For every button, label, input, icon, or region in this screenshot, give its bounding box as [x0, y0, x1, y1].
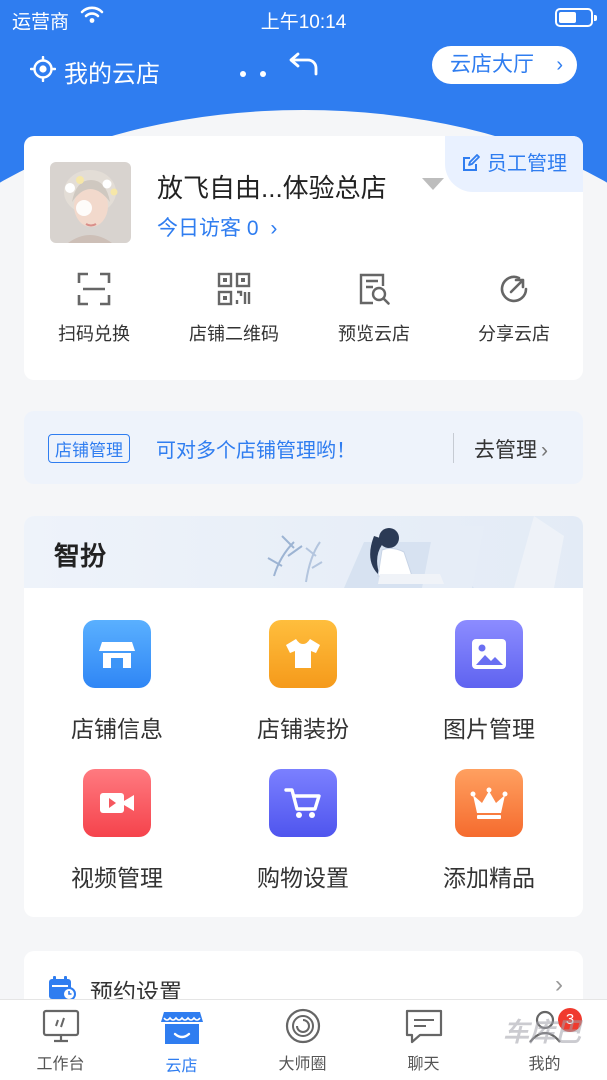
- tile-label: 视频管理: [71, 865, 163, 891]
- tab-chat[interactable]: 聊天: [363, 1008, 484, 1074]
- tile-image-management[interactable]: 图片管理: [396, 620, 582, 744]
- quick-action-label: 分享云店: [478, 324, 550, 344]
- tab-label: 我的: [528, 1056, 561, 1073]
- more-dots-icon[interactable]: [240, 64, 280, 82]
- scan-icon: [77, 272, 111, 306]
- smart-dress-card: 智扮 店铺信息 店铺装扮 图片管理 视频管理 购物设置 添加精品: [24, 516, 583, 917]
- staff-management-button[interactable]: 员工管理: [445, 136, 583, 192]
- go-manage-label: 去管理: [474, 439, 537, 462]
- quick-action-label: 店铺二维码: [189, 324, 279, 344]
- tile-video-management[interactable]: 视频管理: [24, 769, 210, 893]
- watermark: 车库巴: [502, 1017, 581, 1047]
- chat-icon: [405, 1009, 442, 1044]
- tile-label: 添加精品: [443, 865, 535, 891]
- tab-label: 聊天: [407, 1056, 440, 1073]
- image-icon: [455, 620, 523, 688]
- tile-store-decoration[interactable]: 店铺装扮: [210, 620, 396, 744]
- battery-icon: [555, 8, 597, 27]
- master-circle-icon: [285, 1008, 320, 1044]
- tile-label: 店铺装扮: [257, 716, 349, 742]
- tile-add-featured[interactable]: 添加精品: [396, 769, 582, 893]
- shirt-icon: [269, 620, 337, 688]
- location-icon[interactable]: [30, 56, 56, 82]
- smart-dress-title: 智扮: [54, 541, 107, 571]
- cloud-store-hall-button[interactable]: 云店大厅 ›: [432, 46, 577, 84]
- tab-label: 大师圈: [278, 1056, 327, 1073]
- preview-icon: [359, 273, 390, 305]
- chevron-right-icon: ›: [541, 439, 548, 462]
- tile-store-info[interactable]: 店铺信息: [24, 620, 210, 744]
- banner-illustration: [267, 516, 564, 588]
- quick-action-label: 预览云店: [338, 324, 410, 344]
- quick-action-qrcode[interactable]: 店铺二维码: [164, 272, 304, 346]
- chevron-right-icon: ›: [555, 971, 563, 998]
- quick-action-share[interactable]: 分享云店: [444, 272, 584, 346]
- tab-master-circle[interactable]: 大师圈: [242, 1008, 363, 1074]
- calendar-icon: [49, 976, 76, 1001]
- go-manage-button[interactable]: 去管理 ›: [474, 434, 548, 464]
- store-card: 放飞自由...体验总店 今日访客 0 › 员工管理 扫码兑换 店铺二维码 预览云…: [24, 136, 583, 380]
- staff-management-label: 员工管理: [487, 153, 567, 175]
- status-bar: 运营商 上午10:14: [0, 0, 607, 36]
- share-icon: [500, 275, 528, 303]
- qrcode-icon: [217, 272, 251, 306]
- store-management-bar: 店铺管理 可对多个店铺管理哟！ 去管理 ›: [24, 411, 583, 484]
- divider: [453, 433, 454, 463]
- page-title: 我的云店: [64, 61, 160, 88]
- tile-label: 购物设置: [257, 865, 349, 891]
- status-time: 上午10:14: [260, 12, 347, 33]
- cloud-store-icon: [160, 1012, 203, 1044]
- chevron-right-icon: ›: [270, 217, 278, 240]
- quick-action-label: 扫码兑换: [58, 324, 130, 344]
- quick-action-preview[interactable]: 预览云店: [304, 272, 444, 346]
- cart-icon: [269, 769, 337, 837]
- tab-cloud-store[interactable]: 云店: [121, 1008, 242, 1076]
- video-icon: [83, 769, 151, 837]
- store-icon: [83, 620, 151, 688]
- today-visitors-link[interactable]: 今日访客 0 ›: [157, 212, 277, 242]
- chevron-right-icon: ›: [556, 54, 563, 76]
- edit-icon: [463, 154, 480, 171]
- tile-label: 店铺信息: [71, 716, 163, 742]
- crown-icon: [455, 769, 523, 837]
- store-management-tip: 可对多个店铺管理哟！: [156, 440, 356, 462]
- store-switch-caret-icon[interactable]: [422, 178, 444, 190]
- hall-button-label: 云店大厅: [450, 53, 534, 76]
- back-arrow-icon[interactable]: [288, 50, 320, 80]
- nav-bar: 我的云店 云店大厅 ›: [0, 42, 607, 94]
- store-avatar[interactable]: [50, 162, 131, 243]
- quick-action-scan[interactable]: 扫码兑换: [24, 272, 164, 346]
- tab-label: 云店: [165, 1058, 198, 1075]
- today-visitors-label: 今日访客 0: [157, 217, 259, 240]
- workbench-icon: [42, 1009, 79, 1043]
- store-management-tag: 店铺管理: [48, 434, 130, 463]
- tab-label: 工作台: [36, 1056, 85, 1073]
- tile-shopping-settings[interactable]: 购物设置: [210, 769, 396, 893]
- tab-workbench[interactable]: 工作台: [0, 1008, 121, 1074]
- tile-label: 图片管理: [443, 716, 535, 742]
- store-name: 放飞自由...体验总店: [157, 173, 387, 203]
